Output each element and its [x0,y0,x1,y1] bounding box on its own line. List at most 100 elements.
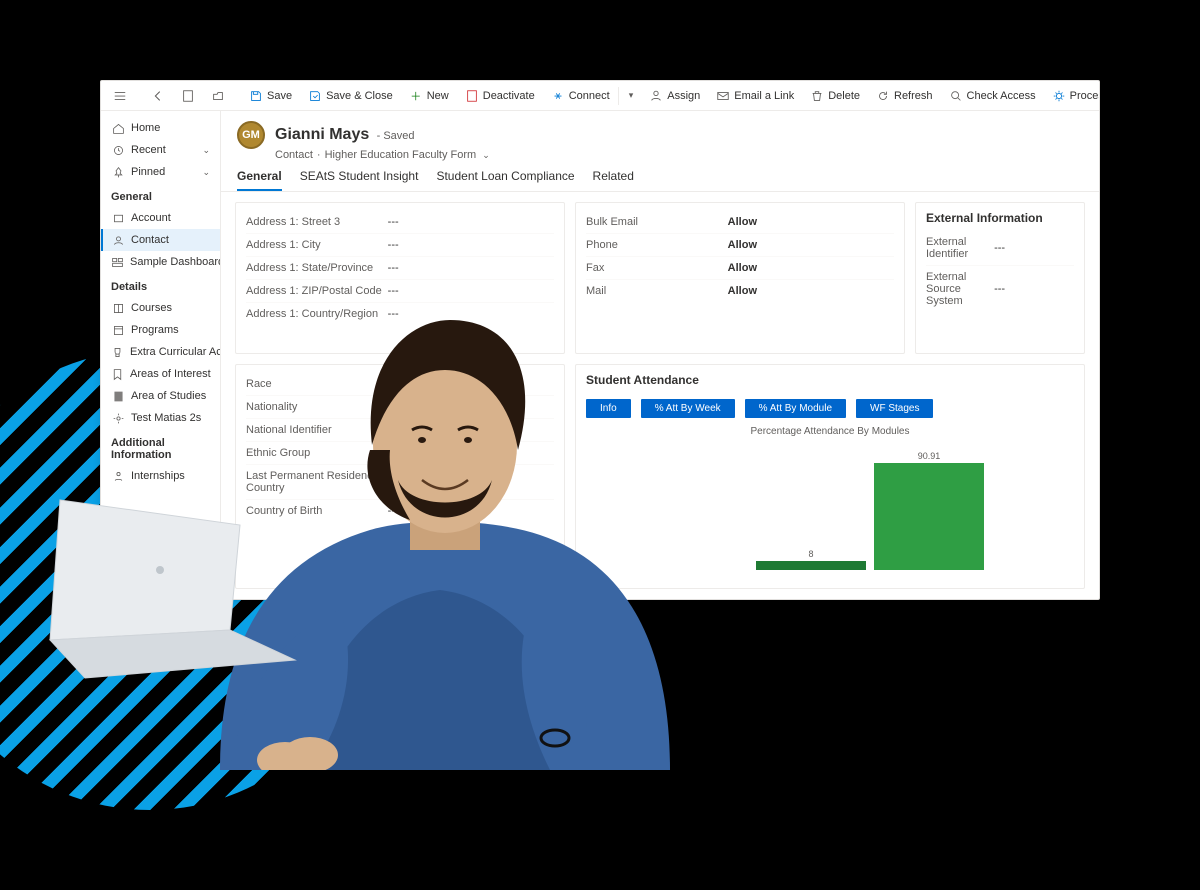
form-name[interactable]: Higher Education Faculty Form [325,149,477,161]
email-icon [716,89,730,103]
new-label: New [427,90,449,102]
laptop [40,490,300,680]
connect-label: Connect [569,90,610,102]
field-row[interactable]: Address 1: Street 3--- [246,211,554,234]
check-access-button[interactable]: Check Access [943,87,1042,105]
field-row[interactable]: External Identifier--- [926,231,1074,266]
sidebar-item-pinned[interactable]: Pinned ⌄ [101,161,220,183]
field-value: Allow [728,239,894,251]
field-row[interactable]: External Source System--- [926,266,1074,312]
field-value: Allow [728,285,894,297]
chart-value-label: 90.91 [918,451,941,461]
field-label: External Source System [926,271,994,307]
field-value: --- [388,216,554,228]
chevron-down-icon: ⌄ [202,167,210,178]
att-btn-wf[interactable]: WF Stages [856,399,933,418]
sidebar-label: Account [131,212,171,224]
form-button[interactable] [175,87,201,105]
email-link-label: Email a Link [734,90,794,102]
save-close-icon [308,89,322,103]
email-link-button[interactable]: Email a Link [710,87,800,105]
deactivate-icon [465,89,479,103]
clock-icon [111,143,125,157]
chart-bar [874,463,984,570]
field-row[interactable]: MailAllow [586,280,894,302]
record-tabs: General SEAtS Student Insight Student Lo… [221,161,1099,192]
tab-related[interactable]: Related [593,169,634,191]
field-label: Address 1: State/Province [246,262,388,274]
save-close-label: Save & Close [326,90,393,102]
sidebar-item-contact[interactable]: Contact [101,229,220,251]
sidebar-item-home[interactable]: Home [101,117,220,139]
delete-label: Delete [828,90,860,102]
hamburger-button[interactable] [107,87,133,105]
connect-button[interactable]: Connect ▾ [545,85,640,107]
saved-indicator: - Saved [377,130,415,142]
field-row[interactable]: PhoneAllow [586,234,894,257]
sidebar-label: Pinned [131,166,165,178]
field-label: Phone [586,239,728,251]
process-label: Process [1070,90,1100,102]
check-access-icon [949,89,963,103]
record-title: Gianni Mays [275,126,369,143]
refresh-button[interactable]: Refresh [870,87,939,105]
field-row[interactable]: Address 1: State/Province--- [246,257,554,280]
new-button[interactable]: ＋ New [403,87,455,105]
sidebar-item-sample-dashboard[interactable]: Sample Dashboard [101,251,220,273]
field-label: Address 1: ZIP/Postal Code [246,285,388,297]
back-arrow-icon [151,89,165,103]
sidebar-label: Contact [131,234,169,246]
dashboard-icon [111,255,124,269]
back-button[interactable] [145,87,171,105]
refresh-label: Refresh [894,90,933,102]
plus-icon: ＋ [409,89,423,103]
field-row[interactable]: Bulk EmailAllow [586,211,894,234]
deactivate-button[interactable]: Deactivate [459,87,541,105]
sidebar-group-general: General [101,183,220,207]
open-icon [211,89,225,103]
sidebar-item-account[interactable]: Account [101,207,220,229]
entity-label: Contact [275,149,313,161]
hamburger-icon [113,89,127,103]
tab-loan-compliance[interactable]: Student Loan Compliance [436,169,574,191]
trash-icon [810,89,824,103]
sidebar-item-recent[interactable]: Recent⌄ [101,139,220,161]
field-label: External Identifier [926,236,994,260]
assign-label: Assign [667,90,700,102]
field-label: Fax [586,262,728,274]
tab-seats-insight[interactable]: SEAtS Student Insight [300,169,419,191]
home-icon [111,121,125,135]
refresh-icon [876,89,890,103]
save-icon [249,89,263,103]
sidebar-label: Home [131,122,160,134]
sidebar-group-details: Details [101,273,220,297]
assign-button[interactable]: Assign [643,87,706,105]
account-icon [111,211,125,225]
field-value: --- [994,242,1074,254]
tab-general[interactable]: General [237,169,282,191]
chevron-down-icon: ▾ [629,90,634,101]
field-row[interactable]: FaxAllow [586,257,894,280]
connect-icon [551,89,565,103]
save-close-button[interactable]: Save & Close [302,87,399,105]
field-label: Mail [586,285,728,297]
contact-icon [111,233,125,247]
field-value: --- [388,262,554,274]
save-label: Save [267,90,292,102]
process-icon [1052,89,1066,103]
process-button[interactable]: Process▾ [1046,87,1100,105]
open-button[interactable] [205,87,231,105]
avatar: GM [237,121,265,149]
external-info-section: External Information External Identifier… [915,202,1085,354]
field-value: Allow [728,262,894,274]
assign-icon [649,89,663,103]
chevron-down-icon: ⌄ [482,150,490,161]
field-label: Address 1: Street 3 [246,216,388,228]
field-label: Bulk Email [586,216,728,228]
chevron-down-icon: ⌄ [202,145,210,156]
field-row[interactable]: Address 1: City--- [246,234,554,257]
save-button[interactable]: Save [243,87,298,105]
deactivate-label: Deactivate [483,90,535,102]
delete-button[interactable]: Delete [804,87,866,105]
field-value: Allow [728,216,894,228]
